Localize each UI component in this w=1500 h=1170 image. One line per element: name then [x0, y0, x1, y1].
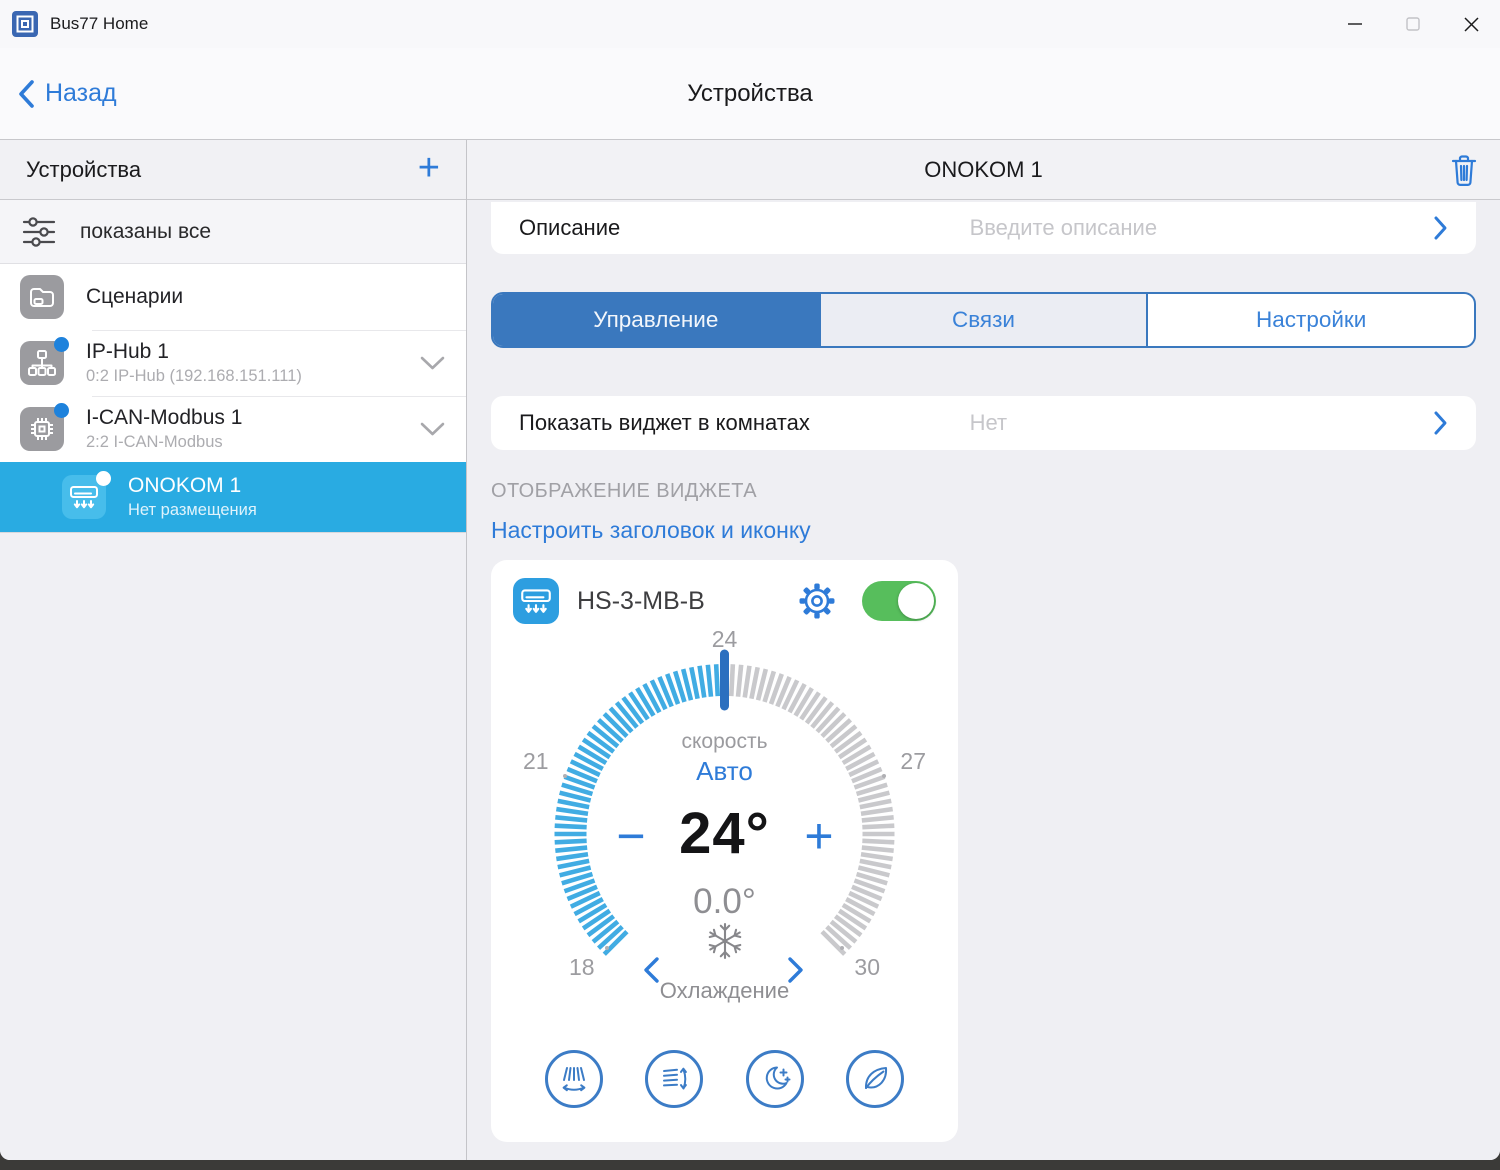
maximize-button[interactable] — [1384, 0, 1442, 48]
temperature-dial: 24 21 27 18 30 скорость Авто − 24° + 0.0… — [491, 624, 958, 1024]
list-item-title: ONOKOM 1 — [128, 474, 242, 497]
filter-row[interactable]: показаны все — [0, 200, 466, 264]
list-item-scenarios[interactable]: Сценарии — [0, 264, 466, 330]
gear-icon — [799, 583, 835, 619]
widget-rooms-label: Показать виджет в комнатах — [519, 410, 810, 435]
swing-vertical-button[interactable] — [645, 1050, 704, 1108]
target-temperature: 24° — [679, 801, 770, 866]
eco-mode-button[interactable] — [845, 1050, 904, 1108]
app-title: Bus77 Home — [50, 14, 149, 33]
chevron-left-icon — [19, 79, 34, 108]
delete-device-button[interactable] — [1450, 154, 1478, 192]
description-row[interactable]: Описание Введите описание — [491, 202, 1476, 254]
tab-control[interactable]: Управление — [493, 294, 819, 346]
sleep-mode-button[interactable] — [745, 1050, 804, 1108]
tab-bar: Управление Связи Настройки — [491, 292, 1476, 348]
status-badge — [54, 403, 69, 418]
device-title: ONOKOM 1 — [924, 156, 1043, 182]
eco-mode-icon — [864, 1067, 887, 1089]
toggle-knob — [898, 583, 934, 619]
close-icon — [1463, 16, 1479, 32]
chevron-down-icon[interactable] — [419, 355, 446, 372]
list-item-subtitle: Нет размещения — [128, 501, 257, 519]
widget-card: HS-3-MB-B 24 21 27 18 30 скорость Авто −… — [491, 560, 958, 1142]
mode-label: Охлаждение — [659, 978, 790, 1003]
ac-unit-icon — [513, 578, 559, 624]
back-button[interactable]: Назад — [0, 79, 117, 109]
bus77-app-icon — [12, 11, 38, 37]
tab-links[interactable]: Связи — [818, 294, 1147, 346]
widget-settings-button[interactable] — [798, 582, 836, 620]
page-title: Устройства — [687, 79, 813, 107]
swing-horizontal-button[interactable] — [545, 1050, 603, 1108]
minimize-icon — [1348, 23, 1362, 25]
list-item-ican-modbus[interactable]: I-CAN-Modbus 1 2:2 I-CAN-Modbus — [0, 396, 466, 462]
device-list: Сценарии IP-Hub 1 0:2 IP-Hub (192.168.15… — [0, 264, 466, 533]
fan-speed-value[interactable]: Авто — [491, 756, 958, 787]
widget-toggle[interactable] — [862, 581, 936, 621]
folder-icon — [20, 275, 64, 319]
fan-speed-label: скорость — [681, 730, 768, 753]
widget-title: HS-3-MB-B — [577, 586, 705, 615]
configure-title-icon-link[interactable]: Настроить заголовок и иконку — [491, 517, 1476, 544]
temp-plus-button[interactable]: + — [799, 808, 839, 864]
ac-unit-icon — [62, 471, 111, 519]
sliders-icon — [22, 216, 56, 247]
add-device-button[interactable]: + — [418, 149, 440, 191]
detail-panel: ONOKOM 1 Описание Введите описание Управ… — [467, 140, 1500, 1160]
back-label: Назад — [45, 79, 117, 107]
filter-label: показаны все — [80, 219, 212, 243]
sleep-mode-icon — [765, 1066, 791, 1090]
maximize-icon — [1406, 17, 1420, 31]
widget-rooms-value: Нет — [969, 410, 1008, 435]
minimize-button[interactable] — [1326, 0, 1384, 48]
list-item-title: IP-Hub 1 — [86, 340, 169, 363]
sidebar-title: Устройства — [26, 156, 142, 182]
swing-horizontal-icon — [562, 1067, 586, 1092]
chip-icon — [20, 403, 69, 451]
description-placeholder: Введите описание — [969, 215, 1158, 240]
sidebar-header: Устройства + — [0, 140, 466, 200]
chevron-down-icon[interactable] — [419, 421, 446, 438]
sidebar: Устройства + показаны все Сценарии IP-Hu… — [0, 140, 467, 1160]
description-label: Описание — [519, 215, 621, 240]
nav-header: Назад Устройства — [0, 48, 1500, 140]
section-label: ОТОБРАЖЕНИЕ ВИДЖЕТА — [491, 480, 757, 502]
list-item-title: Сценарии — [86, 285, 184, 308]
close-button[interactable] — [1442, 0, 1500, 48]
current-temperature: 0.0° — [693, 882, 756, 921]
chevron-right-icon — [1433, 410, 1448, 436]
list-item-onokom[interactable]: ONOKOM 1 Нет размещения — [0, 462, 466, 532]
list-item-title: I-CAN-Modbus 1 — [86, 406, 243, 429]
trash-icon — [1451, 155, 1477, 187]
list-item-ip-hub[interactable]: IP-Hub 1 0:2 IP-Hub (192.168.151.111) — [0, 330, 466, 396]
mode-buttons-row — [491, 1050, 958, 1108]
widget-header: HS-3-MB-B — [491, 578, 958, 624]
panel-content: Описание Введите описание Управление Свя… — [467, 200, 1500, 1160]
app-window: Bus77 Home Назад Устройства Устройства + — [0, 0, 1500, 1160]
list-item-subtitle: 0:2 IP-Hub (192.168.151.111) — [86, 367, 302, 385]
status-badge — [54, 337, 69, 352]
tab-settings[interactable]: Настройки — [1146, 294, 1474, 346]
window-controls — [1326, 0, 1500, 48]
dial-scale-label: 24 — [711, 626, 738, 652]
swing-vertical-icon — [663, 1067, 688, 1090]
status-badge — [96, 471, 111, 486]
snowflake-icon — [491, 920, 958, 962]
hub-icon — [20, 337, 69, 385]
list-item-subtitle: 2:2 I-CAN-Modbus — [86, 433, 223, 451]
chevron-right-icon — [1433, 215, 1448, 241]
titlebar: Bus77 Home — [0, 0, 1500, 48]
panel-header: ONOKOM 1 — [467, 140, 1500, 200]
widget-rooms-row[interactable]: Показать виджет в комнатах Нет — [491, 396, 1476, 450]
